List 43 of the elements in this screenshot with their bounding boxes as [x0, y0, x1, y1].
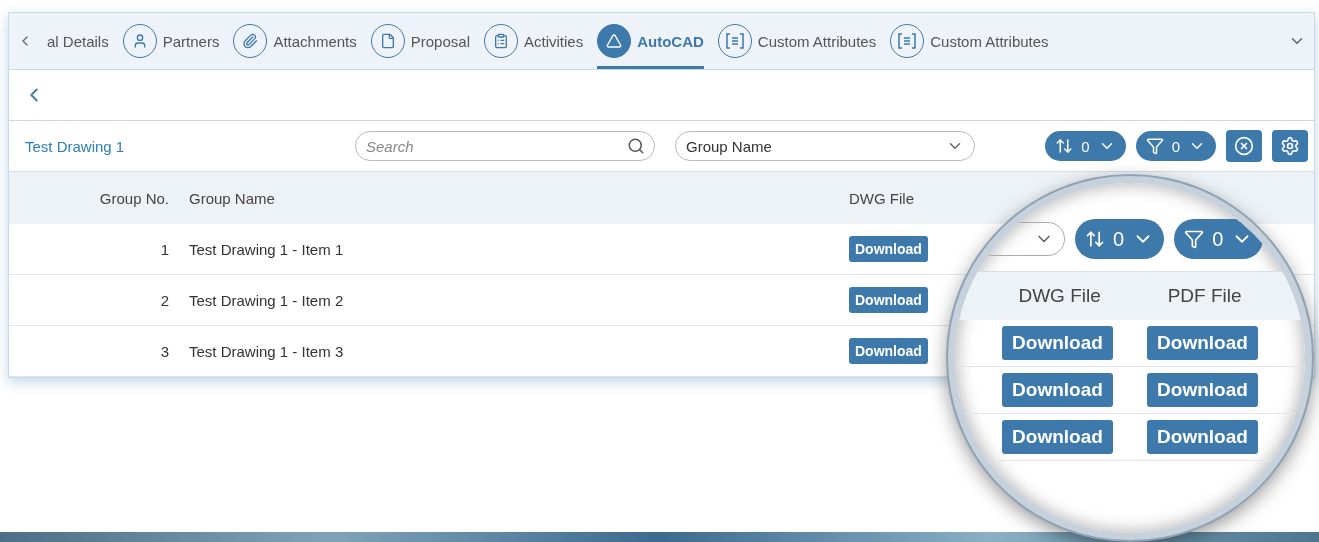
- column-header: PDF File: [1167, 285, 1242, 307]
- download-button[interactable]: Download: [1147, 373, 1258, 407]
- drawing-title: Test Drawing 1: [25, 137, 126, 155]
- column-header: Group Name: [189, 189, 276, 207]
- tab[interactable]: al Details: [47, 13, 109, 69]
- tab[interactable]: Partners: [122, 13, 220, 69]
- filter-icon: [1184, 229, 1205, 249]
- tab[interactable]: Custom Attributes: [890, 13, 1049, 69]
- sort-button[interactable]: 0: [1075, 219, 1165, 259]
- download-button[interactable]: Download: [849, 287, 928, 313]
- settings-button[interactable]: [1272, 130, 1308, 162]
- tab[interactable]: Custom Attributes: [717, 13, 877, 69]
- tab[interactable]: AutoCAD: [597, 13, 704, 69]
- tab[interactable]: Proposal: [370, 13, 470, 69]
- column-header: DWG File: [849, 189, 915, 207]
- table-cell-text: 2: [159, 291, 169, 309]
- table-cell-text: Test Drawing 1 - Item 2: [189, 291, 345, 309]
- table-cell-text: 1: [159, 240, 169, 258]
- download-button[interactable]: Download: [1002, 373, 1113, 407]
- close-icon: [1234, 136, 1254, 156]
- column-header: DWG File: [1018, 285, 1101, 307]
- filter-button[interactable]: 0: [1174, 219, 1264, 259]
- download-button[interactable]: Download: [1147, 326, 1258, 360]
- download-button[interactable]: Download: [1002, 326, 1113, 360]
- sort-button[interactable]: 0: [1045, 131, 1126, 161]
- settings-icon: [1280, 136, 1300, 156]
- table-cell-text: Test Drawing 1 - Item 1: [189, 240, 345, 258]
- sort-icon: [1055, 137, 1074, 155]
- download-button[interactable]: Download: [1147, 420, 1258, 454]
- tab[interactable]: Attachments: [233, 13, 357, 69]
- search-icon: [627, 137, 645, 155]
- clear-button[interactable]: [1226, 130, 1262, 162]
- column-header: Group No.: [98, 189, 169, 207]
- table-cell-text: Test Drawing 1 - Item 3: [189, 342, 345, 360]
- table-cell-text: 3: [159, 342, 169, 360]
- tab[interactable]: Activities: [484, 13, 584, 69]
- download-button[interactable]: Download: [849, 236, 928, 262]
- filter-icon: [1145, 137, 1164, 155]
- download-button[interactable]: Download: [849, 338, 928, 364]
- download-button[interactable]: Download: [1002, 420, 1113, 454]
- filter-button[interactable]: 0: [1135, 131, 1216, 161]
- sort-icon: [1085, 229, 1105, 249]
- search-field[interactable]: Search: [355, 131, 655, 161]
